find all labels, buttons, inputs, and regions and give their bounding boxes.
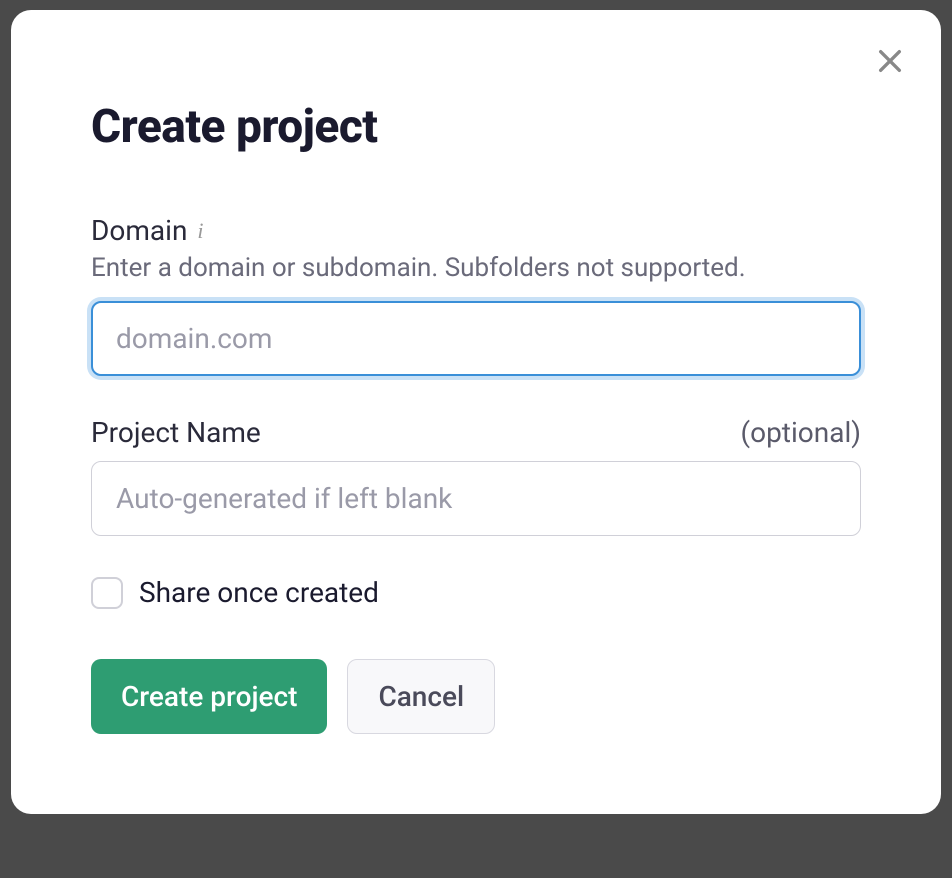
project-name-group: Project Name (optional) bbox=[91, 416, 861, 536]
modal-title: Create project bbox=[91, 100, 861, 154]
share-checkbox-row: Share once created bbox=[91, 576, 861, 609]
share-checkbox-label: Share once created bbox=[139, 576, 379, 609]
domain-label: Domain bbox=[91, 214, 187, 247]
create-project-modal: Create project Domain i Enter a domain o… bbox=[11, 10, 941, 814]
create-project-button[interactable]: Create project bbox=[91, 659, 327, 734]
project-name-input[interactable] bbox=[91, 461, 861, 536]
info-icon[interactable]: i bbox=[197, 218, 203, 244]
share-checkbox[interactable] bbox=[91, 577, 123, 609]
close-button[interactable] bbox=[874, 45, 906, 77]
close-icon bbox=[874, 45, 906, 77]
domain-input[interactable] bbox=[91, 301, 861, 376]
button-row: Create project Cancel bbox=[91, 659, 861, 734]
domain-help-text: Enter a domain or subdomain. Subfolders … bbox=[91, 253, 861, 283]
project-name-label: Project Name bbox=[91, 416, 261, 449]
cancel-button[interactable]: Cancel bbox=[347, 659, 495, 734]
optional-label: (optional) bbox=[741, 416, 861, 449]
domain-group: Domain i Enter a domain or subdomain. Su… bbox=[91, 214, 861, 376]
